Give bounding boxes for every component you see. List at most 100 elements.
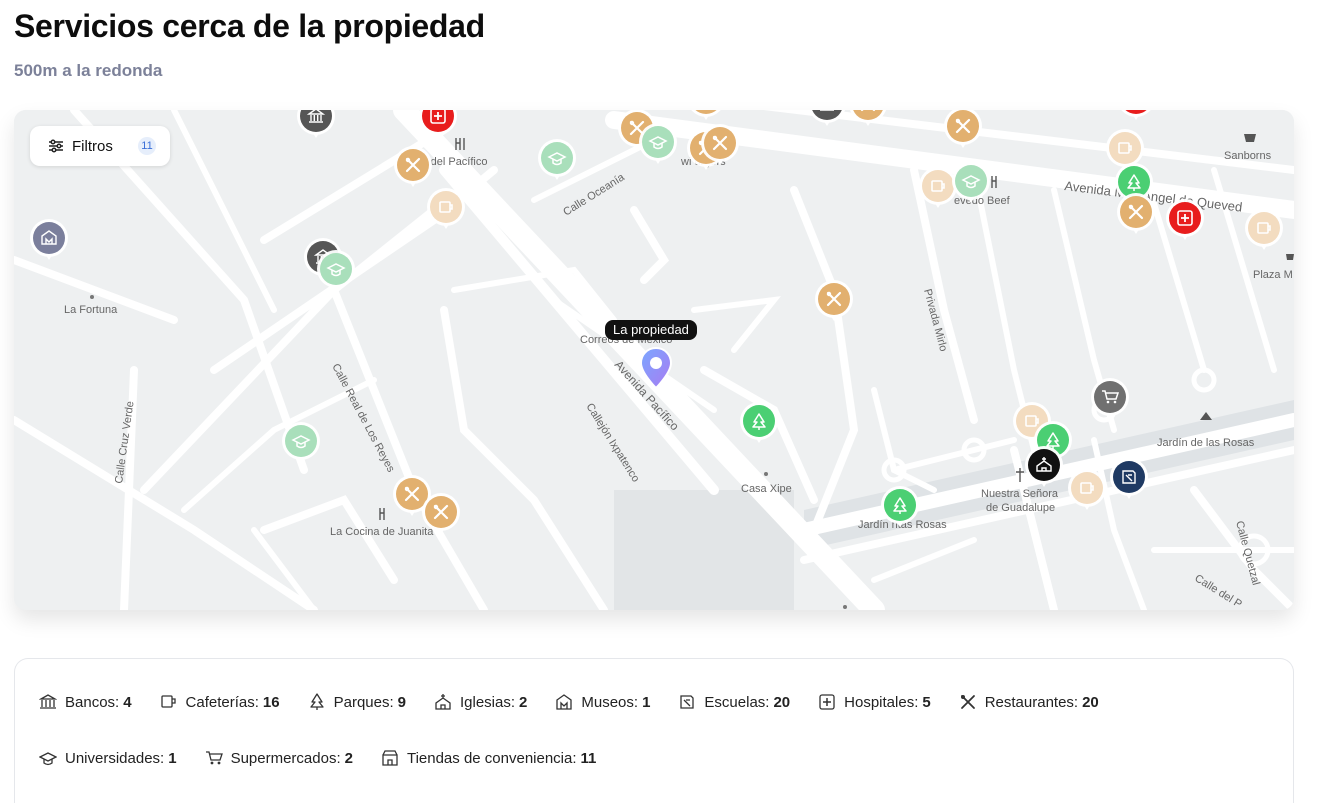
map-label-casa-xipe: Casa Xipe [741,483,792,495]
stat-label: Museos: [581,693,639,711]
filters-button[interactable]: Filtros 11 [30,126,170,166]
restaurant-marker[interactable] [393,145,433,193]
school-marker[interactable] [638,122,678,170]
stat-label: Universidades: [65,749,165,767]
hospital-marker[interactable] [418,110,458,144]
bank-marker[interactable] [296,110,336,144]
cafe-marker[interactable] [1244,208,1284,256]
cafe-marker[interactable] [1067,468,1107,516]
university-icon [39,752,57,766]
museum-icon [30,219,68,260]
stat-cafe: Cafeterías: 16 [160,693,280,711]
school-icon [317,250,355,291]
stat-label: Cafeterías: [185,693,259,711]
supermarket-marker[interactable] [1090,377,1130,425]
stat-bank: Bancos: 4 [39,693,132,711]
stat-count: 5 [922,693,931,711]
property-label: La propiedad [605,320,697,340]
stat-park: Parques: 9 [308,693,406,711]
college-marker[interactable] [1109,457,1149,505]
church-icon [1025,446,1063,487]
school-icon [952,162,990,203]
cafe-icon [427,188,465,229]
hospital-marker[interactable] [1116,110,1156,126]
school-icon [538,139,576,180]
map[interactable]: La Fortuna la del Pacífico Calle Oceanía… [14,110,1294,610]
restaurant-marker[interactable] [700,123,740,171]
property-pin-icon[interactable] [638,346,674,390]
restaurant-icon [422,493,460,534]
bank-icon [297,110,335,138]
stat-label: Escuelas: [704,693,770,711]
restaurant-marker[interactable] [421,492,461,540]
map-label-sanborns: Sanborns [1224,150,1272,162]
bank-marker[interactable] [807,110,847,132]
map-label-plaza: Plaza M [1253,269,1293,281]
stat-label: Bancos: [65,693,120,711]
bank-icon [39,694,57,709]
stat-label: Iglesias: [460,693,516,711]
stat-hospital: Hospitales: 5 [818,693,931,711]
hospital-icon [1166,199,1204,240]
park-icon [740,402,778,443]
map-label-la-cocina: La Cocina de Juanita [330,526,434,538]
stat-count: 16 [262,693,280,711]
museum-icon [556,694,573,710]
bank-icon [808,110,846,126]
stat-count: 20 [773,693,791,711]
stat-count: 20 [1082,693,1099,711]
school-icon [680,695,695,709]
restaurant-icon [1117,193,1155,234]
restaurant-icon [849,110,887,126]
summary-row-1: Bancos: 4 Cafeterías: 16 Parques: 9 Iglesias: 2… [39,693,1127,711]
school-marker[interactable] [951,161,991,209]
stat-school: Escuelas: 20 [678,693,790,711]
stat-count: 2 [519,693,528,711]
restaurant-icon [944,110,982,148]
restaurant-marker[interactable] [848,110,888,132]
restaurant-marker[interactable] [1116,192,1156,240]
stat-count: 2 [344,749,353,767]
college-icon [1110,458,1148,499]
summary-row-2: Universidades: 1 Supermercados: 2 Tiendas de… [39,749,624,767]
cafe-icon [160,695,176,708]
stat-cart: Supermercados: 2 [205,749,353,767]
park-marker[interactable] [880,485,920,533]
church-icon [435,694,451,710]
restaurant-marker[interactable] [943,110,983,154]
cafe-icon [1245,209,1283,250]
stat-university: Universidades: 1 [39,749,177,767]
stat-church: Iglesias: 2 [434,693,527,711]
park-marker[interactable] [739,401,779,449]
stat-count: 11 [580,749,597,767]
stat-label: Hospitales: [844,693,919,711]
hospital-icon [419,110,457,138]
page-subtitle: 500m a la redonda [14,61,163,80]
services-summary: Bancos: 4 Cafeterías: 16 Parques: 9 Iglesias: 2… [14,658,1294,803]
stat-label: Tiendas de conveniencia: [406,749,577,767]
stat-label: Restaurantes: [984,693,1079,711]
museum-marker[interactable] [29,218,69,266]
school-icon [282,422,320,463]
school-marker[interactable] [281,421,321,469]
school-marker[interactable] [537,138,577,186]
map-label-jardin-rosas: Jardín de las Rosas [1157,437,1255,449]
hospital-marker[interactable] [1165,198,1205,246]
restaurant-marker[interactable] [814,279,854,327]
stat-count: 4 [123,693,132,711]
school-icon [639,123,677,164]
stat-count: 1 [168,749,177,767]
restaurant-icon [701,124,739,165]
stat-store: Tiendas de conveniencia: 11 [381,749,596,767]
filters-count-badge: 11 [138,137,156,155]
restaurant-icon [815,280,853,321]
school-marker[interactable] [316,249,356,297]
stat-count: 1 [642,693,651,711]
map-label-guadalupe: de Guadalupe [986,502,1055,514]
church-marker[interactable] [1024,445,1064,493]
cafe-marker[interactable] [426,187,466,235]
hospital-icon [1121,110,1151,120]
sliders-icon [49,139,63,153]
park-icon [881,486,919,527]
store-icon [382,750,398,766]
